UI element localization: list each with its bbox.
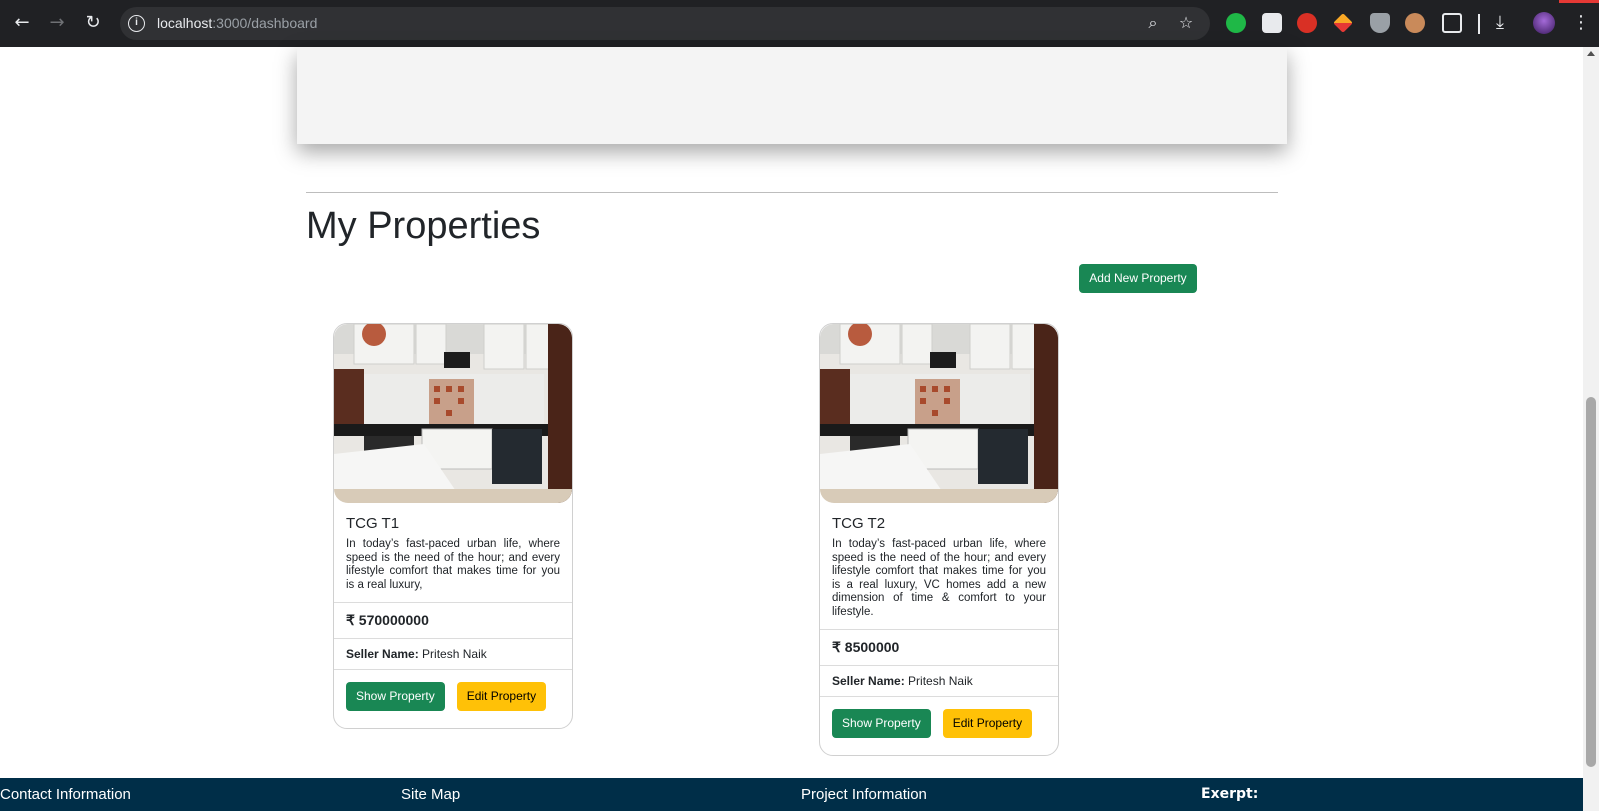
seller-label: Seller Name: (832, 674, 905, 688)
url-text[interactable]: localhost:3000/dashboard (157, 15, 317, 31)
footer-sitemap-heading: Site Map (401, 786, 461, 803)
seller-info: Seller Name: Pritesh Naik (820, 666, 1058, 697)
property-image[interactable] (820, 324, 1058, 503)
add-new-property-button[interactable]: Add New Property (1079, 264, 1197, 293)
property-card: TCG T1 In today’s fast-paced urban life,… (333, 323, 573, 729)
section-divider (306, 192, 1278, 193)
reload-icon[interactable]: ↻ (82, 12, 104, 34)
footer-project-heading: Project Information (801, 786, 927, 803)
browser-toolbar: ← → ↻ i localhost:3000/dashboard ⌕ ☆ ⤓ ⋮ (0, 0, 1599, 47)
download-icon[interactable]: ⤓ (1496, 12, 1504, 33)
property-description: In today’s fast-paced urban life, where … (832, 538, 1046, 618)
menu-kebab-icon[interactable]: ⋮ (1572, 12, 1590, 33)
page-title: My Properties (306, 205, 541, 247)
seller-name: Pritesh Naik (422, 647, 487, 661)
extension-owl-icon[interactable] (1405, 13, 1425, 33)
page-scrollbar[interactable] (1583, 47, 1599, 811)
extension-check-icon[interactable] (1226, 13, 1246, 33)
card-actions: Show Property Edit Property (334, 670, 572, 728)
seller-info: Seller Name: Pritesh Naik (334, 639, 572, 670)
scrollbar-thumb[interactable] (1586, 397, 1596, 767)
extensions-puzzle-icon[interactable] (1442, 13, 1462, 33)
seller-name: Pritesh Naik (908, 674, 973, 688)
edit-property-button[interactable]: Edit Property (456, 682, 547, 711)
footer-excerpt-heading: Exerpt: (1201, 786, 1259, 802)
scroll-up-arrow-icon[interactable] (1587, 51, 1595, 56)
address-bar[interactable]: i localhost:3000/dashboard ⌕ ☆ (120, 7, 1210, 40)
window-accent (1559, 0, 1599, 3)
extension-pen-icon[interactable] (1333, 13, 1353, 33)
card-body: TCG T1 In today’s fast-paced urban life,… (334, 503, 572, 603)
property-price: ₹ 570000000 (334, 603, 572, 639)
extension-shield-icon[interactable] (1370, 13, 1390, 33)
zoom-icon[interactable]: ⌕ (1143, 13, 1163, 33)
property-image[interactable] (334, 324, 572, 503)
show-property-button[interactable]: Show Property (832, 709, 931, 738)
extension-lock-icon[interactable] (1297, 13, 1317, 33)
extension-qr-icon[interactable] (1262, 13, 1282, 33)
site-info-icon[interactable]: i (128, 15, 145, 32)
seller-label: Seller Name: (346, 647, 419, 661)
card-body: TCG T2 In today’s fast-paced urban life,… (820, 503, 1058, 630)
property-title[interactable]: TCG T1 (346, 515, 560, 532)
property-description: In today’s fast-paced urban life, where … (346, 538, 560, 591)
bookmark-star-icon[interactable]: ☆ (1176, 13, 1196, 33)
profile-avatar[interactable] (1533, 12, 1555, 34)
show-property-button[interactable]: Show Property (346, 682, 445, 711)
footer-contact-heading: Contact Information (0, 786, 131, 803)
site-footer: Contact Information Site Map Project Inf… (0, 778, 1583, 811)
dashboard-panel (297, 47, 1287, 144)
toolbar-separator (1478, 14, 1480, 34)
forward-arrow-icon[interactable]: → (46, 12, 68, 34)
property-price: ₹ 8500000 (820, 630, 1058, 666)
property-title[interactable]: TCG T2 (832, 515, 1046, 532)
property-card: TCG T2 In today’s fast-paced urban life,… (819, 323, 1059, 756)
edit-property-button[interactable]: Edit Property (942, 709, 1033, 738)
card-actions: Show Property Edit Property (820, 697, 1058, 755)
back-arrow-icon[interactable]: ← (11, 12, 33, 34)
